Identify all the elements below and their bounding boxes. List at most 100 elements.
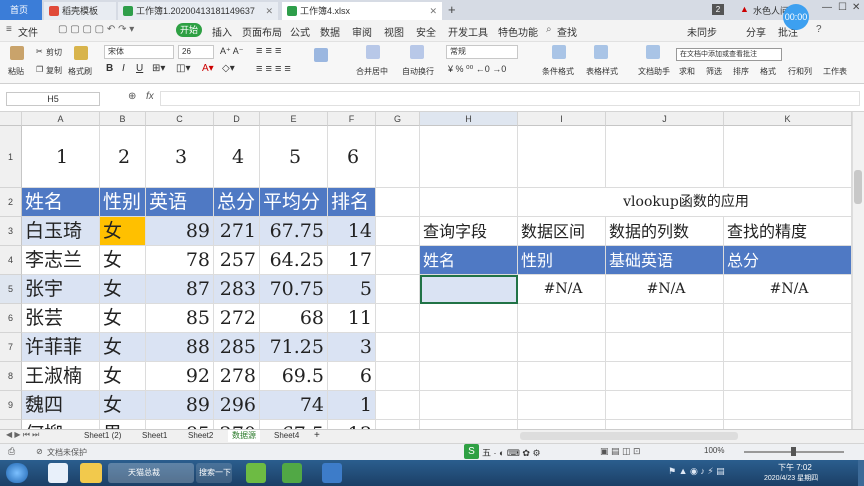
worksheet-button[interactable]: 工作表: [823, 66, 847, 77]
zoom-level[interactable]: 100%: [704, 446, 724, 455]
quick-access-icons[interactable]: ▢ ▢ ▢ ▢ ↶ ↷ ▾: [58, 24, 134, 35]
menu-view[interactable]: 视图: [384, 24, 404, 39]
number-format-icons[interactable]: ¥ % ⁰⁰ ←0 →0: [448, 64, 506, 75]
row-header-4[interactable]: 4: [0, 246, 22, 275]
doc-helper-icon[interactable]: [646, 45, 660, 59]
underline-icon[interactable]: U: [136, 63, 143, 74]
row-header-6[interactable]: 6: [0, 304, 22, 333]
zoom-slider-thumb[interactable]: [791, 447, 796, 456]
italic-icon[interactable]: I: [122, 63, 125, 74]
header-cell[interactable]: 性别: [100, 188, 146, 217]
copy-button[interactable]: 复制: [46, 65, 62, 76]
share-button[interactable]: 分享: [746, 24, 766, 39]
name-box[interactable]: H5: [6, 92, 100, 106]
column-header-k[interactable]: K: [724, 112, 852, 126]
empty-cell[interactable]: [606, 391, 724, 420]
empty-cell[interactable]: [420, 391, 518, 420]
empty-cell[interactable]: [420, 420, 518, 429]
paste-icon[interactable]: [10, 46, 24, 60]
student-data-cell[interactable]: 67.75: [260, 217, 328, 246]
tab-workbook1[interactable]: 工作簿1.20200413181149637 ✕: [118, 2, 278, 20]
student-data-cell[interactable]: 14: [328, 217, 376, 246]
empty-cell[interactable]: [420, 333, 518, 362]
help-icon[interactable]: ?: [816, 24, 822, 35]
student-data-cell[interactable]: 1: [328, 391, 376, 420]
empty-cell[interactable]: [724, 126, 852, 188]
menu-start[interactable]: 开始: [176, 23, 202, 37]
sync-status[interactable]: 未同步: [687, 24, 717, 39]
fx-icon[interactable]: fx: [146, 91, 154, 102]
empty-cell[interactable]: [376, 217, 420, 246]
menu-data[interactable]: 数据: [320, 24, 340, 39]
empty-cell[interactable]: [606, 304, 724, 333]
column-header-j[interactable]: J: [606, 112, 724, 126]
number-format-select[interactable]: 常规: [446, 45, 518, 59]
close-icon[interactable]: ✕: [429, 2, 437, 20]
empty-cell[interactable]: [376, 333, 420, 362]
conditional-format-icon[interactable]: [552, 45, 566, 59]
header-cell[interactable]: 英语: [146, 188, 214, 217]
lookup-title[interactable]: vlookup函数的应用: [518, 188, 852, 217]
row-header-3[interactable]: 3: [0, 217, 22, 246]
column-header-e[interactable]: E: [260, 112, 328, 126]
minimize-icon[interactable]: —: [822, 2, 832, 13]
align-top-icons[interactable]: ≡ ≡ ≡: [256, 45, 281, 57]
lookup-label-cell[interactable]: 数据区间: [518, 217, 606, 246]
clear-icon[interactable]: ◇▾: [222, 63, 235, 74]
student-data-cell[interactable]: 85: [146, 420, 214, 429]
row-header-1[interactable]: 1: [0, 126, 22, 188]
student-data-cell[interactable]: 67.5: [260, 420, 328, 429]
student-data-cell[interactable]: 85: [146, 304, 214, 333]
sheet-tab-5[interactable]: Sheet4: [274, 430, 299, 442]
vertical-scroll-thumb[interactable]: [854, 170, 862, 204]
student-data-cell[interactable]: 89: [146, 217, 214, 246]
filter-button[interactable]: 筛选: [706, 66, 722, 77]
empty-cell[interactable]: [518, 391, 606, 420]
taskbar-search-button[interactable]: 搜索一下: [196, 463, 232, 483]
student-data-cell[interactable]: 男: [100, 420, 146, 429]
taskbar-app-icon[interactable]: [80, 463, 102, 483]
header-cell[interactable]: 总分: [214, 188, 260, 217]
empty-cell[interactable]: [420, 362, 518, 391]
student-data-cell[interactable]: 257: [214, 246, 260, 275]
row-header-8[interactable]: 8: [0, 362, 22, 391]
student-data-cell[interactable]: 女: [100, 333, 146, 362]
sheet-tab-3[interactable]: Sheet2: [188, 430, 213, 442]
menu-formula[interactable]: 公式: [290, 24, 310, 39]
tab-home[interactable]: 首页: [0, 0, 42, 20]
close-window-icon[interactable]: ✕: [852, 2, 860, 13]
empty-cell[interactable]: [420, 188, 518, 217]
status-doc-icon[interactable]: ⎙: [8, 446, 15, 457]
row1-number-cell[interactable]: 5: [260, 126, 328, 188]
merge-icon[interactable]: [366, 45, 380, 59]
menu-insert[interactable]: 插入: [212, 24, 232, 39]
recording-timer[interactable]: 00:00: [783, 4, 809, 30]
hamburger-icon[interactable]: ≡: [6, 24, 12, 35]
lookup-result-cell[interactable]: #N/A: [606, 275, 724, 304]
row1-number-cell[interactable]: 3: [146, 126, 214, 188]
student-data-cell[interactable]: 278: [214, 362, 260, 391]
student-data-cell[interactable]: 女: [100, 246, 146, 275]
student-name-cell[interactable]: 李志兰: [22, 246, 100, 275]
sheet-tab-1[interactable]: Sheet1 (2): [84, 430, 121, 442]
border-icon[interactable]: ⊞▾: [152, 63, 165, 74]
empty-cell[interactable]: [376, 126, 420, 188]
sheet-tab-active[interactable]: 数据源: [228, 430, 260, 442]
row-col-button[interactable]: 行和列: [788, 66, 812, 77]
empty-cell[interactable]: [724, 304, 852, 333]
empty-cell[interactable]: [606, 362, 724, 391]
formula-input[interactable]: [160, 91, 860, 106]
student-data-cell[interactable]: 17: [328, 246, 376, 275]
student-data-cell[interactable]: 296: [214, 391, 260, 420]
student-data-cell[interactable]: 92: [146, 362, 214, 391]
lookup-result-cell[interactable]: #N/A: [724, 275, 852, 304]
menu-review[interactable]: 审阅: [352, 24, 372, 39]
maximize-icon[interactable]: ☐: [838, 2, 847, 13]
format-button[interactable]: 格式: [760, 66, 776, 77]
font-size-select[interactable]: 26: [178, 45, 214, 59]
vertical-scrollbar[interactable]: [852, 112, 864, 429]
empty-cell[interactable]: [376, 391, 420, 420]
student-data-cell[interactable]: 13: [328, 420, 376, 429]
lookup-label-cell[interactable]: 查询字段: [420, 217, 518, 246]
tab-template[interactable]: 稻壳模板: [44, 2, 116, 20]
